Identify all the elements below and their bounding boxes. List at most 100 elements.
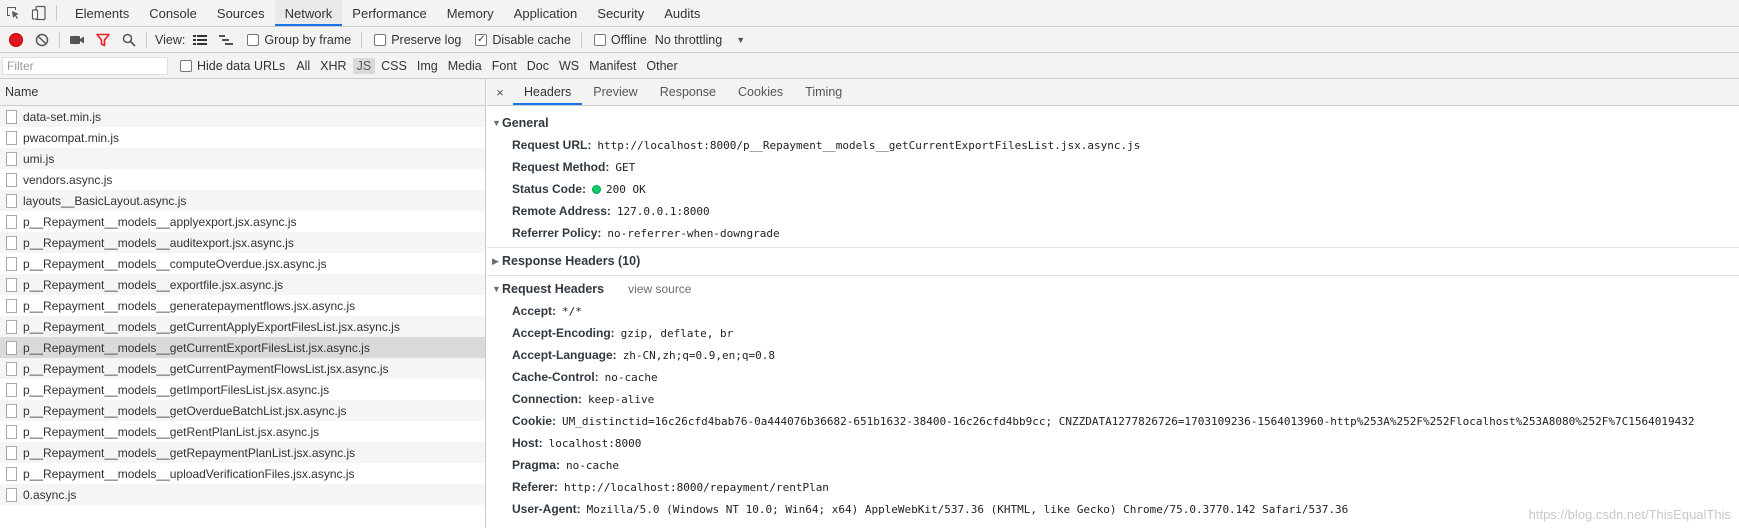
device-toolbar-icon[interactable] xyxy=(26,0,52,26)
filter-type-manifest[interactable]: Manifest xyxy=(585,58,640,74)
group-by-frame-label: Group by frame xyxy=(264,32,352,47)
request-row[interactable]: p__Repayment__models__getRentPlanList.js… xyxy=(0,421,485,442)
details-tab-response[interactable]: Response xyxy=(649,79,727,105)
request-row[interactable]: pwacompat.min.js xyxy=(0,127,485,148)
section-divider xyxy=(487,247,1739,248)
filter-type-all[interactable]: All xyxy=(292,58,314,74)
offline-checkbox[interactable]: Offline xyxy=(593,33,647,47)
header-value: 127.0.0.1:8000 xyxy=(616,204,710,218)
large-rows-button[interactable] xyxy=(187,28,213,52)
request-row[interactable]: layouts__BasicLayout.async.js xyxy=(0,190,485,211)
throttling-value: No throttling xyxy=(654,32,723,47)
filter-type-media[interactable]: Media xyxy=(444,58,486,74)
general-section-toggle[interactable]: ▼ General xyxy=(487,112,1739,134)
capture-screenshots-button[interactable] xyxy=(64,28,90,52)
tab-application[interactable]: Application xyxy=(504,0,588,26)
filter-type-doc[interactable]: Doc xyxy=(523,58,553,74)
request-row[interactable]: p__Repayment__models__getImportFilesList… xyxy=(0,379,485,400)
tab-audits[interactable]: Audits xyxy=(654,0,710,26)
triangle-down-icon: ▼ xyxy=(492,284,501,294)
filter-type-ws[interactable]: WS xyxy=(555,58,583,74)
toolbar-divider xyxy=(580,31,582,48)
inspect-element-icon[interactable] xyxy=(0,0,26,26)
close-icon[interactable]: × xyxy=(487,79,513,105)
overview-button[interactable] xyxy=(213,28,239,52)
request-row[interactable]: p__Repayment__models__computeOverdue.jsx… xyxy=(0,253,485,274)
header-value: no-cache xyxy=(566,458,620,472)
request-row[interactable]: p__Repayment__models__generatepaymentflo… xyxy=(0,295,485,316)
general-section: Request URL: http://localhost:8000/p__Rep… xyxy=(487,134,1739,244)
details-tab-preview[interactable]: Preview xyxy=(582,79,648,105)
request-row[interactable]: data-set.min.js xyxy=(0,106,485,127)
hide-data-urls-box[interactable] xyxy=(180,59,192,72)
filter-type-xhr[interactable]: XHR xyxy=(316,58,350,74)
filter-type-img[interactable]: Img xyxy=(413,58,442,74)
file-icon xyxy=(6,109,17,124)
throttling-select[interactable]: No throttling ▼ xyxy=(655,33,745,47)
tab-network[interactable]: Network xyxy=(274,0,343,26)
preserve-log-box[interactable] xyxy=(374,33,387,46)
header-row-cache-control: Cache-Control: no-cache xyxy=(487,366,1739,388)
request-name: p__Repayment__models__getRentPlanList.js… xyxy=(23,424,320,439)
view-source-link[interactable]: view source xyxy=(628,282,691,296)
header-name: Cookie: xyxy=(512,414,557,428)
request-row[interactable]: p__Repayment__models__getOverdueBatchLis… xyxy=(0,400,485,421)
disable-cache-box[interactable]: ✓ xyxy=(475,33,488,46)
tab-memory[interactable]: Memory xyxy=(437,0,504,26)
filter-type-js[interactable]: JS xyxy=(352,57,376,74)
request-row[interactable]: p__Repayment__models__uploadVerification… xyxy=(0,463,485,484)
header-value: http://localhost:8000/p__Repayment__mode… xyxy=(597,138,1141,152)
filter-type-css[interactable]: CSS xyxy=(377,58,411,74)
name-column-header[interactable]: Name xyxy=(0,79,485,106)
details-tab-timing[interactable]: Timing xyxy=(794,79,853,105)
group-by-frame-checkbox[interactable]: Group by frame xyxy=(247,33,351,47)
tab-elements[interactable]: Elements xyxy=(65,0,139,26)
filter-type-other[interactable]: Other xyxy=(642,58,681,74)
header-name: Accept-Language: xyxy=(512,348,617,362)
response-headers-toggle[interactable]: ▶ Response Headers (10) xyxy=(487,250,1739,272)
header-name: Remote Address: xyxy=(512,204,611,218)
details-tab-bar: × Headers Preview Response Cookies Timing xyxy=(487,79,1739,106)
request-row[interactable]: p__Repayment__models__getCurrentApplyExp… xyxy=(0,316,485,337)
header-row-cookie: Cookie: UM_distinctid=16c26cfd4bab76-0a44… xyxy=(487,410,1739,432)
request-row[interactable]: p__Repayment__models__getCurrentPaymentF… xyxy=(0,358,485,379)
filter-type-font[interactable]: Font xyxy=(488,58,521,74)
hide-data-urls-checkbox[interactable]: Hide data URLs xyxy=(180,59,285,73)
group-by-frame-box[interactable] xyxy=(247,33,260,46)
request-headers-toggle[interactable]: ▼ Request Headers view source xyxy=(487,278,1739,300)
filter-toggle-button[interactable] xyxy=(90,28,116,52)
request-row[interactable]: p__Repayment__models__exportfile.jsx.asy… xyxy=(0,274,485,295)
tab-console[interactable]: Console xyxy=(139,0,207,26)
disable-cache-checkbox[interactable]: ✓ Disable cache xyxy=(475,33,571,47)
details-tab-headers[interactable]: Headers xyxy=(513,79,583,105)
clear-button[interactable] xyxy=(29,28,55,52)
preserve-log-checkbox[interactable]: Preserve log xyxy=(374,33,461,47)
triangle-down-icon: ▼ xyxy=(492,118,501,128)
request-row[interactable]: vendors.async.js xyxy=(0,169,485,190)
request-name: p__Repayment__models__applyexport.jsx.as… xyxy=(23,214,297,229)
request-row[interactable]: 0.async.js xyxy=(0,484,485,505)
tab-performance[interactable]: Performance xyxy=(342,0,436,26)
file-icon xyxy=(6,151,17,166)
offline-box[interactable] xyxy=(593,33,606,46)
request-row[interactable]: umi.js xyxy=(0,148,485,169)
record-button[interactable] xyxy=(3,28,29,52)
details-tab-cookies[interactable]: Cookies xyxy=(727,79,794,105)
request-row[interactable]: p__Repayment__models__auditexport.jsx.as… xyxy=(0,232,485,253)
request-name: p__Repayment__models__getCurrentExportFi… xyxy=(23,340,370,355)
request-row[interactable]: p__Repayment__models__applyexport.jsx.as… xyxy=(0,211,485,232)
tab-sources[interactable]: Sources xyxy=(207,0,275,26)
waterfall-icon xyxy=(219,34,234,45)
header-value: GET xyxy=(615,160,636,174)
request-row[interactable]: p__Repayment__models__getRepaymentPlanLi… xyxy=(0,442,485,463)
request-name: p__Repayment__models__getRepaymentPlanLi… xyxy=(23,445,356,460)
preserve-log-label: Preserve log xyxy=(391,32,462,47)
request-row[interactable]: p__Repayment__models__getCurrentExportFi… xyxy=(0,337,485,358)
header-value: UM_distinctid=16c26cfd4bab76-0a444076b36… xyxy=(562,414,1695,428)
header-name: Request URL: xyxy=(512,138,592,152)
filter-input[interactable] xyxy=(2,56,168,75)
file-icon xyxy=(6,340,17,355)
file-icon xyxy=(6,193,17,208)
search-button[interactable] xyxy=(116,28,142,52)
tab-security[interactable]: Security xyxy=(587,0,654,26)
